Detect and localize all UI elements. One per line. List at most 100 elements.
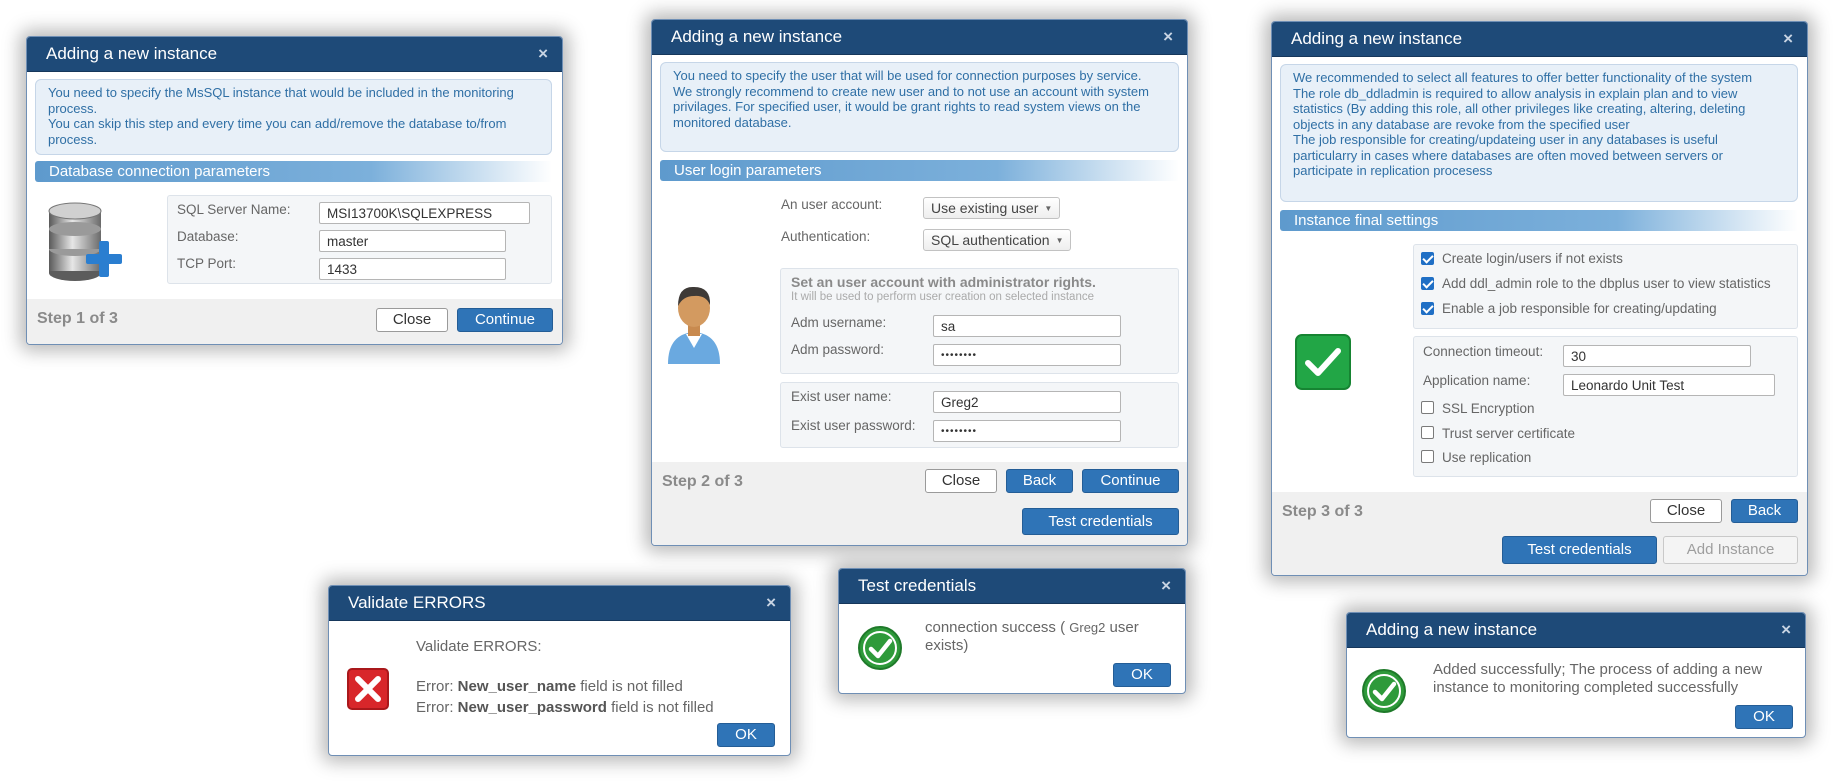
close-button[interactable]: Close xyxy=(376,308,448,332)
user-avatar-icon xyxy=(668,286,720,364)
adm-password-label: Adm password: xyxy=(791,342,885,357)
exist-user-name-input[interactable]: Greg2 xyxy=(933,391,1121,413)
admin-panel-heading: Set an user account with administrator r… xyxy=(791,274,1096,290)
exist-user-password-input[interactable]: •••••••• xyxy=(933,420,1121,442)
error-icon xyxy=(347,668,389,710)
adm-username-input[interactable]: sa xyxy=(933,315,1121,337)
step3-info-box: We recommended to select all features to… xyxy=(1280,64,1798,202)
close-icon[interactable]: × xyxy=(538,37,548,71)
admin-panel-subheading: It will be used to perform user creation… xyxy=(791,291,1094,303)
database-input[interactable]: master xyxy=(319,230,506,252)
step-indicator: Step 2 of 3 xyxy=(662,473,743,490)
back-button[interactable]: Back xyxy=(1006,469,1073,493)
exist-user-password-label: Exist user password: xyxy=(791,418,916,433)
trust-certificate-label: Trust server certificate xyxy=(1442,426,1576,441)
adm-username-label: Adm username: xyxy=(791,315,887,330)
testcred-message: connection success ( Greg2 user exists) xyxy=(925,619,1165,655)
ssl-encryption-checkbox[interactable] xyxy=(1421,401,1434,414)
user-account-select[interactable]: Use existing user ▼ xyxy=(923,197,1061,219)
test-credentials-dialog: Test credentials × connection success ( … xyxy=(838,568,1186,694)
info-text: You can skip this step and every time yo… xyxy=(48,116,507,147)
ddl-admin-checkbox[interactable] xyxy=(1421,277,1434,290)
info-text: You need to specify the user that will b… xyxy=(673,68,1142,83)
authentication-select[interactable]: SQL authentication ▼ xyxy=(923,229,1072,251)
server-name-label: SQL Server Name: xyxy=(177,202,291,217)
error-suffix: field is not filled xyxy=(576,678,683,695)
tcp-port-input[interactable]: 1433 xyxy=(319,258,506,280)
ok-button[interactable]: OK xyxy=(717,723,775,747)
chevron-down-icon: ▼ xyxy=(1055,236,1064,245)
step3-title: Adding a new instance xyxy=(1291,29,1463,48)
enable-job-label: Enable a job responsible for creating/up… xyxy=(1442,301,1717,316)
create-login-checkbox[interactable] xyxy=(1421,252,1434,265)
added-titlebar[interactable]: Adding a new instance × xyxy=(1347,613,1805,648)
step2-titlebar[interactable]: Adding a new instance × xyxy=(652,20,1187,55)
step1-title: Adding a new instance xyxy=(46,44,218,63)
success-check-icon xyxy=(1295,334,1351,390)
step3-titlebar[interactable]: Adding a new instance × xyxy=(1272,22,1807,57)
ssl-encryption-label: SSL Encryption xyxy=(1442,401,1535,416)
step-indicator: Step 3 of 3 xyxy=(1282,503,1363,520)
validate-titlebar[interactable]: Validate ERRORS × xyxy=(329,586,790,621)
database-add-icon xyxy=(48,202,122,281)
success-check-icon xyxy=(858,626,902,670)
use-replication-checkbox[interactable] xyxy=(1421,450,1434,463)
trust-certificate-checkbox[interactable] xyxy=(1421,426,1434,439)
step2-info-box: You need to specify the user that will b… xyxy=(660,62,1179,152)
success-check-icon xyxy=(1362,669,1406,713)
close-button[interactable]: Close xyxy=(925,469,997,493)
authentication-label: Authentication: xyxy=(781,229,871,244)
close-icon[interactable]: × xyxy=(766,586,776,620)
testcred-titlebar[interactable]: Test credentials × xyxy=(839,569,1185,604)
close-icon[interactable]: × xyxy=(1161,569,1171,603)
error-field-name: New_user_password xyxy=(457,699,607,716)
authentication-value: SQL authentication xyxy=(931,232,1050,248)
step2-title: Adding a new instance xyxy=(671,27,843,46)
connection-timeout-input[interactable]: 30 xyxy=(1563,345,1751,367)
create-login-label: Create login/users if not exists xyxy=(1442,251,1623,266)
database-label: Database: xyxy=(177,229,239,244)
ok-button[interactable]: OK xyxy=(1113,663,1171,687)
validate-heading: Validate ERRORS: xyxy=(416,638,542,655)
close-icon[interactable]: × xyxy=(1163,20,1173,54)
test-credentials-button[interactable]: Test credentials xyxy=(1022,508,1179,535)
tcp-port-label: TCP Port: xyxy=(177,256,237,271)
ok-button[interactable]: OK xyxy=(1735,705,1793,729)
info-text: We recommended to select all features to… xyxy=(1293,70,1753,85)
server-name-input[interactable]: MSI13700K\SQLEXPRESS xyxy=(319,202,530,224)
info-text: The role db_ddladmin is required to allo… xyxy=(1293,85,1746,132)
step1-titlebar[interactable]: Adding a new instance × xyxy=(27,37,562,72)
test-credentials-button[interactable]: Test credentials xyxy=(1502,536,1657,564)
added-title: Adding a new instance xyxy=(1366,620,1538,639)
testcred-title: Test credentials xyxy=(858,576,977,595)
use-replication-label: Use replication xyxy=(1442,450,1532,465)
continue-button[interactable]: Continue xyxy=(1082,469,1179,493)
exist-user-name-label: Exist user name: xyxy=(791,389,892,404)
section-header: User login parameters xyxy=(660,160,1179,181)
info-text: We strongly recommend to create new user… xyxy=(673,83,1149,130)
validate-title: Validate ERRORS xyxy=(348,593,486,612)
step-indicator: Step 1 of 3 xyxy=(37,310,118,327)
step1-info-box: You need to specify the MsSQL instance t… xyxy=(35,79,552,155)
validate-errors-dialog: Validate ERRORS × Validate ERRORS: Error… xyxy=(328,585,791,756)
back-button[interactable]: Back xyxy=(1731,499,1798,523)
adm-password-input[interactable]: •••••••• xyxy=(933,344,1121,366)
chevron-down-icon: ▼ xyxy=(1044,204,1053,213)
application-name-input[interactable]: Leonardo Unit Test xyxy=(1563,374,1775,396)
step3-dialog: Adding a new instance × We recommended t… xyxy=(1271,21,1808,576)
error-suffix: field is not filled xyxy=(606,699,714,716)
error-prefix: Error: xyxy=(416,678,458,695)
error-line: Error: New_user_password field is not fi… xyxy=(416,699,714,717)
close-icon[interactable]: × xyxy=(1783,22,1793,56)
step2-dialog: Adding a new instance × You need to spec… xyxy=(651,19,1188,546)
close-button[interactable]: Close xyxy=(1650,499,1722,523)
close-icon[interactable]: × xyxy=(1781,613,1791,647)
info-text: The job responsible for creating/updatei… xyxy=(1293,132,1723,178)
message-username: Greg2 xyxy=(1069,620,1106,635)
info-text: You need to specify the MsSQL instance t… xyxy=(48,85,514,116)
continue-button[interactable]: Continue xyxy=(457,308,553,332)
error-field-name: New_user_name xyxy=(457,678,577,695)
added-success-dialog: Adding a new instance × Added successful… xyxy=(1346,612,1806,738)
enable-job-checkbox[interactable] xyxy=(1421,302,1434,315)
connection-timeout-label: Connection timeout: xyxy=(1423,344,1544,359)
